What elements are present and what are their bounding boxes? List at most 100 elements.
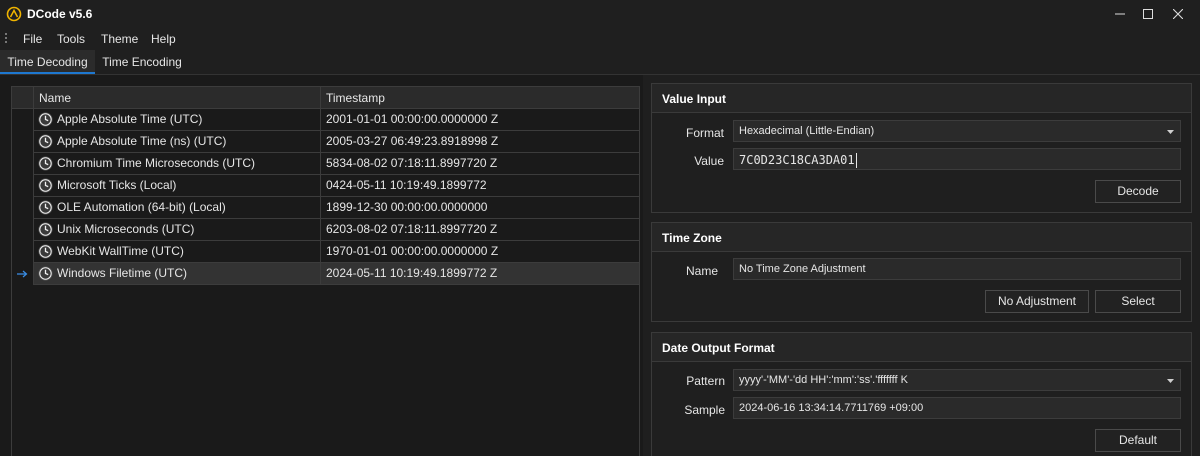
timestamp-cell[interactable]: 2024-05-11 10:19:49.1899772 Z	[321, 263, 640, 285]
value-input-title: Value Input	[662, 92, 727, 106]
name-text: Chromium Time Microseconds (UTC)	[57, 156, 256, 170]
row-header[interactable]	[12, 109, 34, 131]
timestamp-cell[interactable]: 2005-03-27 06:49:23.8918998 Z	[321, 131, 640, 153]
row-header[interactable]	[12, 131, 34, 153]
title-bar: DCode v5.6	[0, 0, 1200, 28]
name-cell[interactable]: OLE Automation (64-bit) (Local)	[34, 197, 321, 219]
row-header[interactable]	[12, 263, 34, 285]
value-input-header: Value Input	[652, 84, 1191, 113]
name-cell[interactable]: Chromium Time Microseconds (UTC)	[34, 153, 321, 175]
table-row[interactable]: Chromium Time Microseconds (UTC) 5834-08-…	[12, 153, 640, 175]
maximize-icon	[1143, 9, 1153, 19]
results-pane: Name Timestamp Apple Absolute Time (UTC)…	[0, 75, 643, 456]
time-zone-name-field: No Time Zone Adjustment	[733, 258, 1181, 280]
table-row[interactable]: WebKit WallTime (UTC) 1970-01-01 00:00:00…	[12, 241, 640, 263]
timestamp-cell[interactable]: 1970-01-01 00:00:00.0000000 Z	[321, 241, 640, 263]
tab-time-decoding[interactable]: Time Decoding	[0, 50, 95, 74]
row-header[interactable]	[12, 153, 34, 175]
table-row[interactable]: Microsoft Ticks (Local) 0424-05-11 10:19:…	[12, 175, 640, 197]
clock-icon	[38, 222, 53, 237]
name-text: Windows Filetime (UTC)	[57, 266, 188, 280]
row-header[interactable]	[12, 241, 34, 263]
menu-help[interactable]: Help	[151, 32, 176, 46]
select-time-zone-button[interactable]: Select	[1095, 290, 1181, 313]
timestamp-cell[interactable]: 2001-01-01 00:00:00.0000000 Z	[321, 109, 640, 131]
chevron-down-icon	[1167, 379, 1174, 383]
name-cell[interactable]: Apple Absolute Time (ns) (UTC)	[34, 131, 321, 153]
date-output-title: Date Output Format	[662, 341, 775, 355]
tab-time-encoding[interactable]: Time Encoding	[97, 50, 187, 74]
table-row[interactable]: Windows Filetime (UTC) 2024-05-11 10:19:4…	[12, 263, 640, 285]
minimize-icon	[1115, 13, 1125, 15]
clock-icon	[38, 244, 53, 259]
timestamp-text: 1899-12-30 00:00:00.0000000	[326, 200, 488, 214]
timestamp-cell[interactable]: 0424-05-11 10:19:49.1899772	[321, 175, 640, 197]
table-row[interactable]: Unix Microseconds (UTC) 6203-08-02 07:18:…	[12, 219, 640, 241]
menu-tools[interactable]: Tools	[57, 32, 85, 46]
date-output-header: Date Output Format	[652, 333, 1191, 362]
row-header[interactable]	[12, 219, 34, 241]
name-cell[interactable]: Unix Microseconds (UTC)	[34, 219, 321, 241]
name-text: Apple Absolute Time (ns) (UTC)	[57, 134, 227, 148]
header-corner	[12, 87, 34, 109]
timestamp-cell[interactable]: 6203-08-02 07:18:11.8997720 Z	[321, 219, 640, 241]
row-header[interactable]	[12, 175, 34, 197]
name-text: WebKit WallTime (UTC)	[57, 244, 184, 258]
close-button[interactable]	[1160, 0, 1196, 28]
row-header[interactable]	[12, 197, 34, 219]
format-dropdown[interactable]: Hexadecimal (Little-Endian)	[733, 120, 1181, 142]
column-header-name[interactable]: Name	[34, 87, 321, 109]
time-zone-name-value: No Time Zone Adjustment	[739, 263, 866, 275]
menu-bar: File Tools Theme Help	[0, 28, 1200, 50]
table-row[interactable]: Apple Absolute Time (ns) (UTC) 2005-03-27…	[12, 131, 640, 153]
timestamp-text: 0424-05-11 10:19:49.1899772	[326, 178, 487, 192]
pattern-label: Pattern	[686, 374, 725, 388]
default-button[interactable]: Default	[1095, 429, 1181, 452]
table-row[interactable]: OLE Automation (64-bit) (Local) 1899-12-3…	[12, 197, 640, 219]
table-row[interactable]: Apple Absolute Time (UTC) 2001-01-01 00:0…	[12, 109, 640, 131]
value-input[interactable]: 7C0D23C18CA3DA01	[733, 148, 1181, 170]
menu-theme[interactable]: Theme	[101, 32, 138, 46]
name-cell[interactable]: Apple Absolute Time (UTC)	[34, 109, 321, 131]
text-cursor	[855, 153, 857, 168]
dcode-logo-icon	[6, 6, 22, 22]
value-input-group: Value Input Format Hexadecimal (Little-E…	[651, 83, 1192, 213]
no-adjustment-button[interactable]: No Adjustment	[985, 290, 1089, 313]
tab-bar: Time Decoding Time Encoding	[0, 50, 1200, 74]
name-text: OLE Automation (64-bit) (Local)	[57, 200, 226, 214]
date-output-group: Date Output Format Pattern yyyy'-'MM'-'d…	[651, 332, 1192, 456]
clock-icon	[38, 178, 53, 193]
settings-pane: Value Input Format Hexadecimal (Little-E…	[643, 75, 1200, 456]
timestamp-text: 2001-01-01 00:00:00.0000000 Z	[326, 112, 499, 126]
results-grid[interactable]: Name Timestamp Apple Absolute Time (UTC)…	[11, 86, 640, 456]
timestamp-text: 2005-03-27 06:49:23.8918998 Z	[326, 134, 499, 148]
timestamp-text: 6203-08-02 07:18:11.8997720 Z	[326, 222, 498, 236]
timestamp-cell[interactable]: 5834-08-02 07:18:11.8997720 Z	[321, 153, 640, 175]
time-zone-group: Time Zone Name No Time Zone Adjustment N…	[651, 222, 1192, 322]
chevron-down-icon	[1167, 130, 1174, 134]
sample-label: Sample	[684, 403, 725, 417]
pattern-dropdown[interactable]: yyyy'-'MM'-'dd HH':'mm':'ss'.'fffffff K	[733, 369, 1181, 391]
format-label: Format	[685, 126, 724, 140]
column-header-timestamp[interactable]: Timestamp	[321, 87, 640, 109]
clock-icon	[38, 134, 53, 149]
sample-field: 2024-06-16 13:34:14.7711769 +09:00	[733, 397, 1181, 419]
timestamp-text: 1970-01-01 00:00:00.0000000 Z	[326, 244, 499, 258]
timestamp-text: 5834-08-02 07:18:11.8997720 Z	[326, 156, 498, 170]
clock-icon	[38, 112, 53, 127]
time-zone-name-label: Name	[685, 264, 718, 278]
clock-icon	[38, 200, 53, 215]
time-zone-header: Time Zone	[652, 223, 1191, 252]
pattern-value: yyyy'-'MM'-'dd HH':'mm':'ss'.'fffffff K	[739, 374, 908, 386]
name-cell[interactable]: Windows Filetime (UTC)	[34, 263, 321, 285]
name-text: Unix Microseconds (UTC)	[57, 222, 195, 236]
decode-button[interactable]: Decode	[1095, 180, 1181, 203]
clock-icon	[38, 266, 53, 281]
name-cell[interactable]: Microsoft Ticks (Local)	[34, 175, 321, 197]
timestamp-cell[interactable]: 1899-12-30 00:00:00.0000000	[321, 197, 640, 219]
name-text: Microsoft Ticks (Local)	[57, 178, 177, 192]
name-cell[interactable]: WebKit WallTime (UTC)	[34, 241, 321, 263]
menu-file[interactable]: File	[23, 32, 42, 46]
clock-icon	[38, 156, 53, 171]
time-zone-title: Time Zone	[662, 231, 722, 245]
